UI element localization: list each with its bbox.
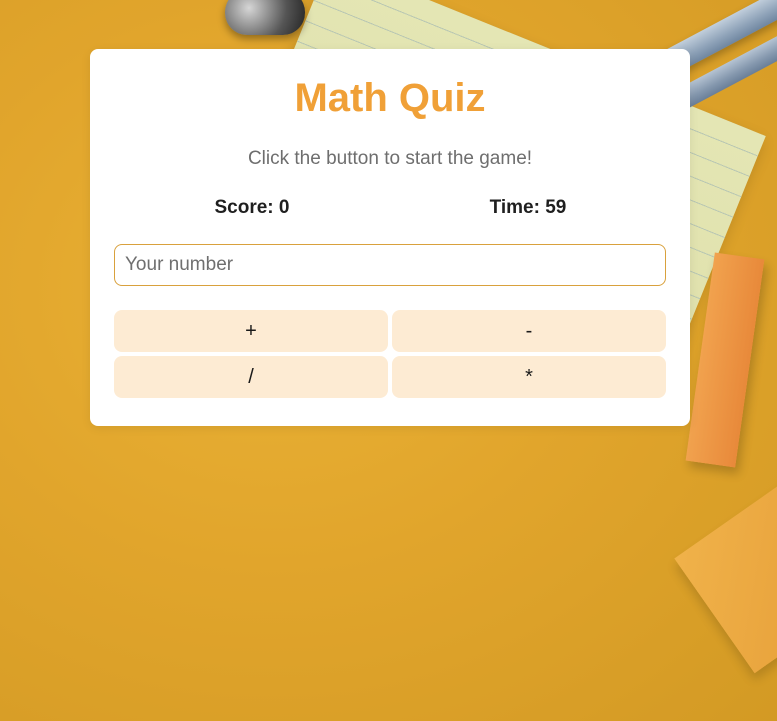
- background-envelope: [674, 466, 777, 674]
- plus-button[interactable]: +: [114, 310, 388, 352]
- background-binder-clip: [225, 0, 305, 35]
- stats-row: Score: 0 Time: 59: [90, 196, 690, 220]
- time-display: Time: 59: [489, 197, 567, 218]
- minus-button[interactable]: -: [392, 310, 666, 352]
- score-display: Score: 0: [214, 197, 290, 218]
- status-message: Click the button to start the game!: [247, 148, 533, 169]
- operator-buttons: + - / *: [114, 310, 666, 398]
- multiply-button[interactable]: *: [392, 356, 666, 398]
- quiz-card: Math Quiz Click the button to start the …: [90, 49, 690, 426]
- divide-button[interactable]: /: [114, 356, 388, 398]
- quiz-title: Math Quiz: [294, 76, 486, 120]
- answer-input[interactable]: [114, 244, 666, 286]
